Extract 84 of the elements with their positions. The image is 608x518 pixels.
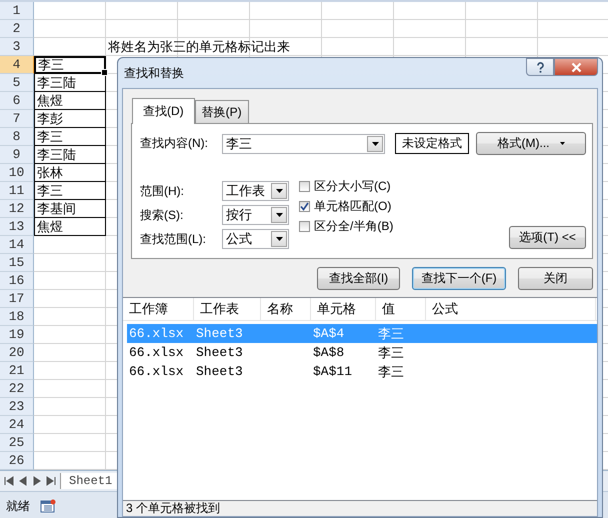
nav-end-icon[interactable] — [46, 476, 56, 486]
dropdown[interactable]: 按行 — [222, 205, 289, 225]
row-header[interactable]: 7 — [0, 110, 34, 128]
table-cell: 李三 — [34, 182, 106, 200]
dialog-button[interactable]: 查找全部(I) — [317, 267, 400, 290]
checkbox-label: 单元格匹配(O) — [314, 198, 392, 215]
table-cell-text: 将姓名为张三的单元格标记出来 — [107, 38, 291, 55]
window-title: 查找和替换 — [123, 64, 184, 82]
column-header[interactable]: 工作表 — [194, 298, 261, 320]
table-cell: 张林 — [34, 164, 106, 182]
find-field[interactable]: 李三 — [222, 134, 385, 154]
row-header[interactable]: 11 — [0, 182, 34, 200]
field-label: 查找范围(L): — [140, 230, 207, 248]
row-header[interactable]: 4 — [0, 56, 34, 74]
nav-end-icon[interactable] — [4, 476, 14, 486]
row-header[interactable]: 22 — [0, 380, 34, 398]
column-header[interactable]: 单元格 — [311, 298, 376, 320]
dropdown-button[interactable] — [367, 136, 383, 152]
field-label: 范围(H): — [140, 182, 185, 200]
format-preview: 未设定格式 — [395, 133, 469, 154]
column-header[interactable]: 值 — [376, 298, 426, 320]
dropdown-arrow-icon — [276, 189, 282, 193]
checkbox-label: 区分全/半角(B) — [314, 218, 394, 235]
checkbox[interactable] — [299, 181, 310, 192]
row-header[interactable]: 12 — [0, 200, 34, 218]
row-header[interactable]: 3 — [0, 38, 34, 56]
row-header[interactable]: 15 — [0, 254, 34, 272]
help-icon — [534, 62, 546, 72]
row-header[interactable]: 20 — [0, 344, 34, 362]
format-button[interactable]: 格式(M)... — [476, 132, 586, 155]
row-header[interactable]: 24 — [0, 416, 34, 434]
options-button[interactable]: 选项(T) << — [509, 226, 586, 249]
table-cell: 李三陆 — [34, 74, 106, 92]
row-header[interactable]: 10 — [0, 164, 34, 182]
row-header[interactable]: 18 — [0, 308, 34, 326]
help-button[interactable] — [526, 58, 554, 76]
row-header[interactable]: 13 — [0, 218, 34, 236]
status-text: 就绪 — [6, 498, 30, 514]
row-header[interactable]: 2 — [0, 20, 34, 38]
field-label: 查找内容(N): — [140, 135, 209, 152]
table-cell: 焦煜 — [34, 92, 106, 110]
macro-icon[interactable] — [40, 499, 56, 513]
dialog-button[interactable]: 关闭 — [518, 267, 593, 290]
row-header[interactable]: 26 — [0, 452, 34, 470]
result-row[interactable]: 66.xlsx Sheet3 $A$11 李三 — [127, 362, 597, 381]
fill-handle[interactable] — [101, 69, 108, 76]
table-cell: 李基间 — [34, 200, 106, 218]
close-icon — [570, 62, 582, 72]
row-header[interactable]: 19 — [0, 326, 34, 344]
row-header[interactable]: 8 — [0, 128, 34, 146]
column-header[interactable]: 名称 — [261, 298, 311, 320]
dropdown-arrow-icon — [560, 142, 564, 145]
checkbox-label: 区分大小写(C) — [314, 178, 391, 195]
row-header[interactable]: 16 — [0, 272, 34, 290]
column-header[interactable]: 公式 — [426, 298, 596, 320]
result-row[interactable]: 66.xlsx Sheet3 $A$8 李三 — [127, 343, 597, 362]
row-header[interactable]: 1 — [0, 2, 34, 20]
table-cell: 李三 — [34, 128, 106, 146]
row-header[interactable]: 14 — [0, 236, 34, 254]
dropdown[interactable]: 工作表 — [222, 181, 289, 201]
close-button[interactable] — [554, 58, 598, 76]
table-cell: 李三 — [34, 56, 106, 74]
row-header[interactable]: 5 — [0, 74, 34, 92]
dialog-button[interactable]: 查找下一个(F) — [412, 267, 506, 290]
row-header[interactable]: 9 — [0, 146, 34, 164]
row-header[interactable]: 17 — [0, 290, 34, 308]
table-cell: 焦煜 — [34, 218, 106, 236]
row-header[interactable]: 25 — [0, 434, 34, 452]
checkbox[interactable] — [299, 221, 310, 232]
dropdown[interactable]: 公式 — [222, 229, 289, 249]
row-header[interactable]: 6 — [0, 92, 34, 110]
table-cell: 李彭 — [34, 110, 106, 128]
field-label: 搜索(S): — [140, 206, 184, 224]
row-header[interactable]: 21 — [0, 362, 34, 380]
checkbox[interactable] — [299, 201, 310, 212]
tab[interactable]: 查找(D) — [132, 98, 195, 124]
dropdown-arrow-icon — [276, 213, 282, 217]
dropdown-arrow-icon — [372, 142, 378, 146]
row-header[interactable]: 23 — [0, 398, 34, 416]
tab[interactable]: 替换(P) — [194, 100, 249, 123]
table-cell: 李三陆 — [34, 146, 106, 164]
column-header[interactable]: 工作簿 — [123, 298, 194, 320]
status-text: 3 个单元格被找到 — [125, 501, 220, 516]
dropdown-arrow-icon — [276, 237, 282, 241]
